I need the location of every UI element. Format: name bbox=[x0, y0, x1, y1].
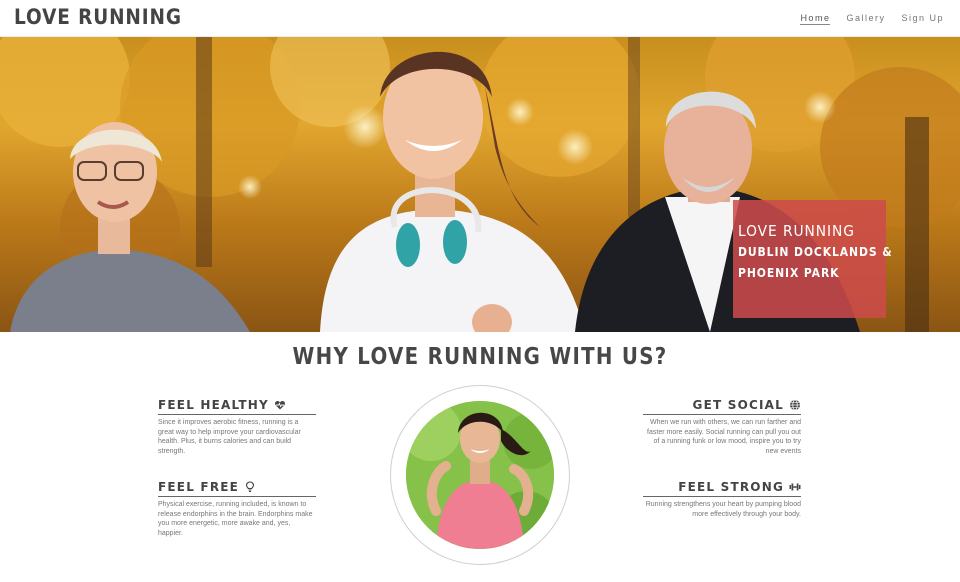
runner-photo bbox=[406, 401, 554, 549]
feature-title: FEEL HEALTHY bbox=[158, 398, 269, 412]
feature-description: Running strengthens your heart by pumpin… bbox=[645, 501, 801, 518]
section-title: WHY LOVE RUNNING WITH US? bbox=[292, 344, 668, 370]
feature-description: Since it improves aerobic fitness, runni… bbox=[158, 419, 301, 455]
feature-feel-healthy: FEEL HEALTHY Since it improves aerobic f… bbox=[158, 398, 316, 456]
hero-card-location-line-2: PHOENIX PARK bbox=[738, 266, 840, 280]
feature-description: Physical exercise, running included, is … bbox=[158, 501, 313, 537]
hero-card-title: LOVE RUNNING bbox=[738, 222, 855, 240]
feature-title: FEEL FREE bbox=[158, 480, 240, 494]
nav-link-gallery[interactable]: Gallery bbox=[846, 13, 885, 25]
nav-link-home[interactable]: Home bbox=[800, 13, 831, 25]
feature-feel-free: FEEL FREE Physical exercise, running inc… bbox=[158, 480, 316, 538]
site-header: LOVE RUNNING Home Gallery Sign Up bbox=[0, 0, 960, 37]
dumbbell-icon bbox=[789, 481, 801, 493]
feature-get-social: GET SOCIAL When we run with others, we c… bbox=[643, 398, 801, 456]
main-nav: Home Gallery Sign Up bbox=[800, 13, 944, 25]
globe-icon bbox=[789, 399, 801, 411]
hero-card-location-line-1: DUBLIN DOCKLANDS & bbox=[738, 245, 893, 259]
feature-title: FEEL STRONG bbox=[678, 480, 784, 494]
lightbulb-icon bbox=[244, 481, 256, 493]
hero-banner: LOVE RUNNING DUBLIN DOCKLANDS & PHOENIX … bbox=[0, 37, 960, 332]
feature-feel-strong: FEEL STRONG Running strengthens your hea… bbox=[643, 480, 801, 519]
nav-link-sign-up[interactable]: Sign Up bbox=[901, 13, 944, 25]
brand-logo[interactable]: LOVE RUNNING bbox=[14, 5, 182, 29]
feature-description: When we run with others, we can run fart… bbox=[647, 419, 801, 455]
feature-title: GET SOCIAL bbox=[692, 398, 784, 412]
heartbeat-icon bbox=[274, 399, 286, 411]
hero-info-card: LOVE RUNNING DUBLIN DOCKLANDS & PHOENIX … bbox=[733, 200, 893, 318]
